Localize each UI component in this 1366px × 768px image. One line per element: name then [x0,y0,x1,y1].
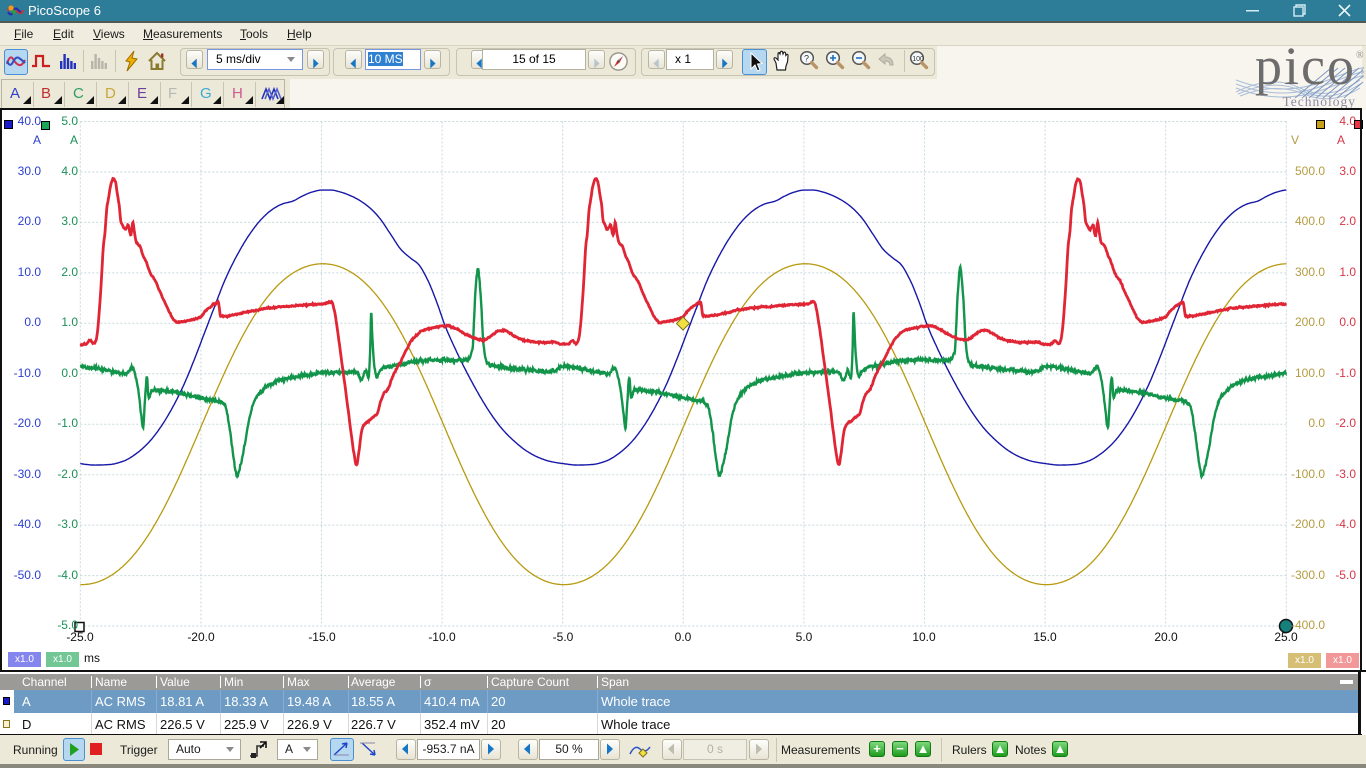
svg-text:?: ? [804,54,809,64]
svg-text:pico: pico [1255,46,1356,96]
svg-text:100: 100 [912,56,924,63]
svg-text:Technology: Technology [1282,94,1356,108]
svg-text:®: ® [1356,50,1364,61]
